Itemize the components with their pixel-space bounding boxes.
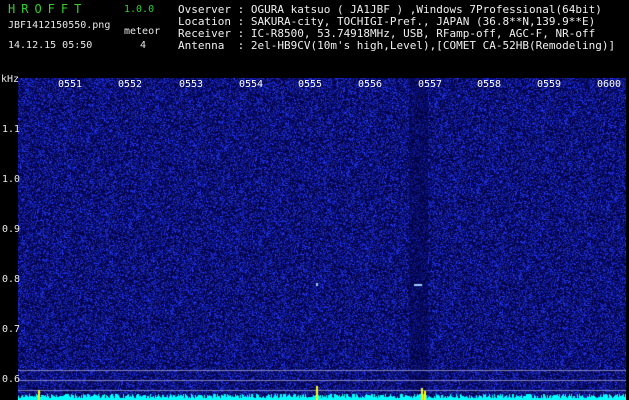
- time-label: 0555: [298, 79, 323, 90]
- time-label: 0554: [239, 79, 264, 90]
- app-version: 1.0.0: [124, 4, 155, 15]
- timestamp: 14.12.15 05:50: [8, 40, 93, 51]
- meteor-label: meteor: [124, 26, 161, 37]
- freq-label: 0.9: [2, 224, 21, 235]
- time-label: 0553: [179, 79, 204, 90]
- freq-label: 0.6: [2, 374, 21, 385]
- freq-label: 0.8: [2, 274, 21, 285]
- time-label: 0558: [477, 79, 502, 90]
- meteor-count: 4: [140, 40, 147, 51]
- spectrogram-canvas: [18, 78, 626, 400]
- freq-label: 0.7: [2, 324, 21, 335]
- time-label: 0551: [58, 79, 83, 90]
- time-label: 0600: [597, 79, 622, 90]
- app-title: HROFFT: [8, 2, 88, 16]
- freq-label: 1.1: [2, 124, 21, 135]
- time-label: 0559: [537, 79, 562, 90]
- freq-label: 1.0: [2, 174, 21, 185]
- antenna-info: Antenna : 2el-HB9CV(10m's high,Level),[C…: [178, 39, 616, 52]
- hrofft-window: HROFFT 1.0.0 JBF1412150550.png meteor 4 …: [0, 0, 629, 400]
- time-label: 0557: [418, 79, 443, 90]
- y-axis-unit: kHz: [1, 74, 20, 85]
- file-name: JBF1412150550.png: [8, 20, 111, 31]
- time-label: 0552: [118, 79, 143, 90]
- time-label: 0556: [358, 79, 383, 90]
